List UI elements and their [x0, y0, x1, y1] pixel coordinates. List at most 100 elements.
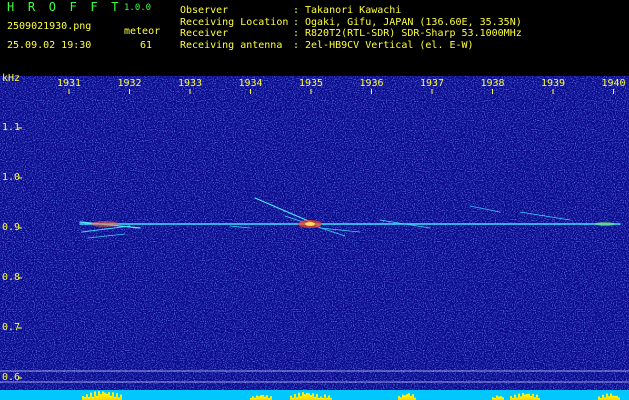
minute-label: 1938 [480, 78, 505, 89]
audio-level-bar [86, 394, 88, 400]
app-version: 1.0.0 [124, 3, 152, 13]
audio-level-bar [90, 392, 92, 400]
info-row-location: Receiving Location : Ogaki, Gifu, JAPAN … [180, 17, 522, 29]
minute-label: 1937 [419, 78, 445, 89]
audio-level-bar [106, 393, 108, 400]
info-row-observer: Observer : Takanori Kawachi [180, 5, 522, 17]
audio-level-bar [264, 396, 266, 400]
minute-label: 1932 [117, 78, 142, 89]
audio-level-bar [316, 394, 318, 400]
info-value: 2el-HB9CV Vertical (el. E-W) [305, 39, 474, 51]
audio-level-bar [526, 393, 528, 400]
info-value: Ogaki, Gifu, JAPAN (136.60E, 35.35N) [305, 16, 522, 28]
echo-hotspot [305, 222, 315, 226]
audio-level-bar [606, 393, 608, 400]
audio-level-bar [252, 396, 254, 400]
audio-level-bar [94, 391, 96, 400]
info-separator: : [293, 16, 300, 28]
audio-level-bar [496, 395, 498, 400]
audio-level-bar [100, 394, 102, 400]
minute-labels: 1931 1932 1933 1934 1935 1936 1937 1938 1939 1940 [0, 78, 629, 90]
audio-level-bar [612, 395, 614, 400]
minute-label: 1936 [359, 78, 384, 89]
audio-level-bar [598, 396, 600, 400]
audio-level-bar [520, 396, 522, 400]
audio-level-bar [528, 393, 530, 400]
info-separator: : [293, 5, 300, 16]
audio-level-bar [500, 396, 502, 400]
audio-level-bar [112, 392, 114, 400]
audio-level-bar [610, 393, 612, 400]
hrofft-window: { "app": { "name": "H R O F F T", "versi… [0, 0, 629, 400]
audio-level-bar [518, 393, 520, 400]
audio-level-bar [96, 395, 98, 400]
audio-level-bar [108, 392, 110, 400]
audio-level-bar [304, 394, 306, 400]
meteor-label: meteor [124, 26, 161, 37]
minute-label: 1939 [540, 78, 566, 89]
audio-level-bar [300, 396, 302, 400]
audio-level-bar [536, 394, 538, 400]
spectrogram-noise [0, 76, 629, 400]
file-name: 2509021930.png [7, 21, 92, 32]
audio-level-bar [312, 393, 314, 400]
audio-level-bar [320, 396, 322, 400]
echo-hotspot [595, 222, 615, 226]
info-label: Receiver [180, 28, 229, 39]
info-separator: : [293, 39, 300, 51]
info-separator: : [293, 28, 300, 39]
echo-hotspot [91, 221, 119, 227]
minute-label: 1935 [298, 78, 324, 89]
audio-level-bar [110, 395, 112, 400]
meteor-count: 61 [140, 40, 153, 51]
audio-level-bar [522, 393, 524, 400]
minute-label: 1933 [177, 78, 203, 89]
audio-level-bar [116, 393, 118, 400]
audio-level-bar [294, 394, 296, 400]
frequency-label: 0.6 [2, 372, 21, 383]
timestamp: 25.09.02 19:30 [7, 40, 92, 51]
frequency-label: 0.9 [2, 222, 21, 233]
info-label: Observer [180, 5, 229, 16]
frequency-label: 1.0 [2, 172, 21, 183]
audio-level-bar [408, 393, 410, 400]
audio-level-bar [302, 392, 304, 400]
audio-level-bar [270, 396, 272, 400]
audio-level-bar [602, 394, 604, 400]
audio-level-bar [262, 394, 264, 400]
frequency-label: 0.8 [2, 272, 21, 283]
info-value: R820T2(RTL-SDR) SDR-Sharp 53.1000MHz [305, 28, 522, 39]
audio-level-bar [530, 395, 532, 400]
station-info: Observer : Takanori Kawachi Receiving Lo… [180, 5, 522, 51]
audio-level-bar [308, 393, 310, 400]
frequency-label: 1.1 [2, 122, 21, 133]
spectrogram [0, 76, 629, 400]
audio-level-bar [120, 394, 122, 400]
frequency-label: 0.7 [2, 322, 21, 333]
audio-level-bar [82, 396, 84, 400]
audio-level-bar [260, 395, 262, 400]
info-row-receiver: Receiver : R820T2(RTL-SDR) SDR-Sharp 53.… [180, 28, 522, 40]
audio-level-bar [324, 394, 326, 400]
audio-level-bar [614, 395, 616, 400]
info-label: Receiving antenna [180, 39, 283, 51]
audio-level-bar [514, 394, 516, 400]
audio-level-bar [532, 393, 534, 400]
info-row-antenna: Receiving antenna : 2el-HB9CV Vertical (… [180, 40, 522, 52]
info-value: Takanori Kawachi [305, 5, 402, 16]
minute-label: 1934 [238, 78, 263, 89]
audio-level-bar [328, 395, 330, 400]
audio-level-bar [310, 395, 312, 400]
app-title: H R O F F T [7, 0, 122, 14]
audio-level-bar [412, 394, 414, 400]
audio-level-bar [616, 395, 618, 400]
audio-level-bar [510, 396, 512, 400]
audio-level-bar [398, 396, 400, 400]
audio-level-bar [608, 396, 610, 400]
audio-level-bar [306, 392, 308, 400]
audio-level-bar [298, 392, 300, 400]
audio-level-bar [498, 396, 500, 400]
audio-level-bar [402, 394, 404, 400]
info-label: Receiving Location [180, 16, 289, 28]
audio-level-bar [258, 396, 260, 400]
